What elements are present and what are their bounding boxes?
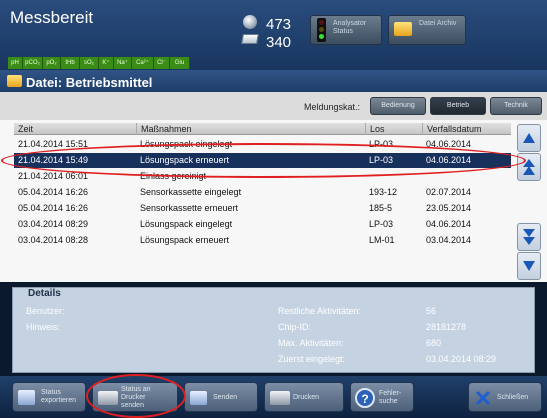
max-aktivitaeten-label: Max. Aktivitäten: [278, 338, 344, 348]
param-tab-thb[interactable]: tHb [61, 57, 80, 69]
cell-verfallsdatum: 04.06.2014 [426, 219, 472, 229]
hinweis-label: Hinweis: [26, 322, 61, 332]
column-header-massnahmen[interactable]: Maßnahmen [136, 123, 365, 135]
file-folder-icon [7, 75, 22, 87]
help-icon: ? [355, 388, 375, 408]
arrow-up-icon [523, 133, 535, 143]
reagent-icon [243, 15, 257, 29]
senden-label: Senden [213, 394, 238, 401]
fehlersuche-label: Fehler-suche [379, 390, 402, 405]
arrow-down-icon [523, 261, 535, 271]
benutzer-label: Benutzer: [26, 306, 65, 316]
drucken-label: Drucken [293, 394, 320, 401]
datei-archiv-button[interactable]: Datei Archiv [388, 15, 466, 45]
schliessen-label: Schließen [497, 394, 529, 401]
cell-los: LP-03 [369, 219, 394, 229]
param-tab-ca[interactable]: Ca²⁺ [132, 57, 154, 69]
param-tab-po2[interactable]: pO₂ [43, 57, 61, 69]
table-header: Zeit Maßnahmen Los Verfallsdatum [14, 123, 511, 135]
table-row[interactable]: 03.04.2014 08:29 Lösungspack eingelegt L… [14, 217, 511, 232]
analysator-status-button[interactable]: Analysator Status [310, 15, 382, 45]
cell-massnahme: Sensorkassette erneuert [140, 203, 239, 213]
restliche-aktivitaeten-value: 56 [426, 306, 437, 316]
cartridge-count: 340 [266, 34, 292, 51]
table-row[interactable]: 05.04.2014 16:26 Sensorkassette erneuert… [14, 201, 511, 216]
drucken-button[interactable]: Drucken [264, 382, 344, 412]
cell-zeit: 05.04.2014 16:26 [18, 187, 89, 197]
file-title: Datei: Betriebsmittel [26, 75, 153, 90]
column-header-verfallsdatum[interactable]: Verfallsdatum [422, 123, 511, 135]
param-tab-so2[interactable]: sO₂ [80, 57, 99, 69]
reagent-count: 473 [266, 16, 292, 33]
cell-los: 185-5 [369, 203, 393, 213]
table-row[interactable]: 03.04.2014 08:28 Lösungspack erneuert LM… [14, 233, 511, 248]
meldungskat-label: Meldungskat.: [304, 102, 361, 112]
scroll-bottom-button[interactable] [517, 252, 541, 280]
folder-icon [394, 22, 412, 36]
fehlersuche-button[interactable]: ? Fehler-suche [350, 382, 414, 412]
traffic-light-icon [317, 18, 326, 42]
schliessen-button[interactable]: Schließen [468, 382, 542, 412]
scroll-top-button[interactable] [517, 124, 541, 152]
zuerst-eingelegt-value: 03.04.2014 08:29 [426, 354, 497, 364]
param-tab-k[interactable]: K⁺ [99, 57, 114, 69]
page-down-button[interactable] [517, 223, 541, 251]
chip-id-label: Chip-ID: [278, 322, 312, 332]
param-tab-na[interactable]: Na⁺ [114, 57, 132, 69]
datei-archiv-label: Datei Archiv [419, 20, 457, 27]
cell-los: LM-01 [369, 235, 395, 245]
cell-verfallsdatum: 23.05.2014 [426, 203, 472, 213]
cell-los: 193-12 [369, 187, 398, 197]
restliche-aktivitaeten-label: Restliche Aktivitäten: [278, 306, 362, 316]
max-aktivitaeten-value: 680 [426, 338, 442, 348]
printer-icon [270, 391, 290, 405]
senden-button[interactable]: Senden [184, 382, 258, 412]
cartridge-icon [241, 34, 259, 44]
param-tab-pco2[interactable]: pCO₂ [23, 57, 43, 69]
double-arrow-down-icon [523, 229, 535, 245]
close-icon [475, 390, 491, 406]
export-icon [18, 390, 35, 405]
param-tab-ph[interactable]: pH [8, 57, 23, 69]
highlight-ellipse-drucker-button [86, 374, 186, 418]
column-header-los[interactable]: Los [365, 123, 422, 135]
cell-massnahme: Lösungspack erneuert [140, 235, 230, 245]
cell-zeit: 05.04.2014 16:26 [18, 203, 89, 213]
filter-technik-button[interactable]: Technik [490, 97, 542, 115]
param-tab-glu[interactable]: Glu [170, 57, 190, 69]
status-title: Messbereit [10, 8, 94, 27]
cell-verfallsdatum: 03.04.2014 [426, 235, 472, 245]
cell-massnahme: Sensorkassette eingelegt [140, 187, 242, 197]
cell-massnahme: Lösungspack eingelegt [140, 219, 233, 229]
param-tab-cl[interactable]: Cl⁻ [154, 57, 170, 69]
chip-id-value: 28181278 [426, 322, 467, 332]
status-exportieren-label: Status exportieren [41, 389, 77, 404]
table-row[interactable]: 05.04.2014 16:26 Sensorkassette eingeleg… [14, 185, 511, 200]
highlight-ellipse-selected-row [1, 143, 526, 178]
details-title: Details [28, 288, 61, 299]
zuerst-eingelegt-label: Zuerst eingelegt: [278, 354, 346, 364]
column-header-zeit[interactable]: Zeit [14, 123, 136, 135]
send-icon [190, 391, 207, 405]
filter-betrieb-button[interactable]: Betrieb [430, 97, 486, 115]
status-exportieren-button[interactable]: Status exportieren [12, 382, 86, 412]
analysator-status-label: Analysator Status [333, 20, 367, 35]
filter-bedienung-button[interactable]: Bedienung [370, 97, 426, 115]
cell-verfallsdatum: 02.07.2014 [426, 187, 472, 197]
cell-zeit: 03.04.2014 08:28 [18, 235, 89, 245]
cell-zeit: 03.04.2014 08:29 [18, 219, 89, 229]
